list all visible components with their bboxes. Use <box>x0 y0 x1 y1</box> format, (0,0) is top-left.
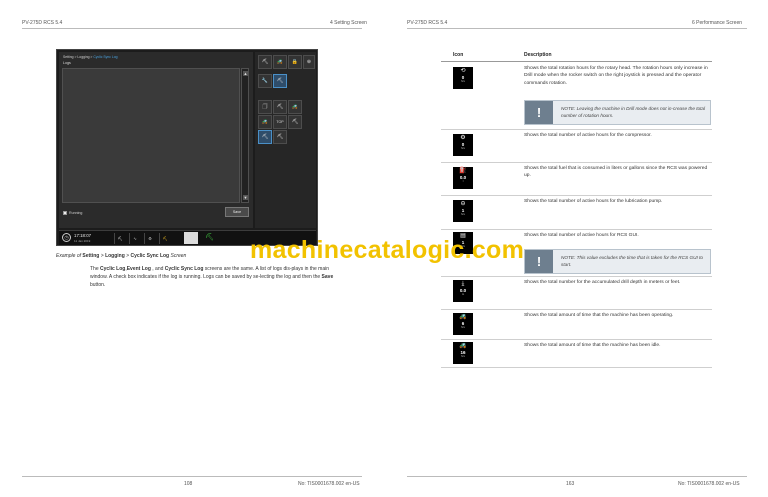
para-b1: Cyclic Log <box>100 266 126 272</box>
side-menu: ⛏ 🚜 🔒 ⊕ 🔧 ⛏ 🗍 ⛏ 🚜 🚜 TOP ⛏ ⛏ ⛏ <box>255 52 316 228</box>
side-tile-logging-active[interactable]: ⛏ <box>273 74 287 88</box>
caption-item-1: Setting <box>82 253 100 259</box>
body-paragraph: The Cyclic Log,Event Log , and Cyclic Sy… <box>90 266 336 289</box>
side-tile-13[interactable]: ⛏ <box>258 130 272 144</box>
scroll-down-arrow-icon[interactable]: ▼ <box>243 195 248 200</box>
row-description: Shows the total number of active hours f… <box>524 133 652 138</box>
note-warning-icon: ! <box>525 250 553 273</box>
table-row: ⤓ 0.0 m Shows the total number for the acc… <box>441 277 712 310</box>
logs-title: Logs <box>63 61 71 65</box>
row-description: Shows the total amount of time that the … <box>524 343 661 348</box>
status-cell-2[interactable]: ∿ <box>129 233 140 244</box>
row-description: Shows the total number for the accumulat… <box>524 280 681 285</box>
header-left-doc: PV-275D RCS 5.4 <box>22 20 63 26</box>
side-tile-1[interactable]: ⛏ <box>258 55 272 69</box>
grid-menu-icon[interactable] <box>184 232 198 244</box>
clock-icon: ◷ <box>62 233 71 242</box>
screen-breadcrumb: Setting > Logging > Cyclic Sync Log <box>63 55 117 59</box>
note-warning-icon: ! <box>525 101 553 124</box>
col-header-icon: Icon <box>453 52 464 58</box>
running-checkbox[interactable] <box>63 211 67 215</box>
para-t5: button. <box>90 281 106 288</box>
table-row: 🚜 6 hrs Shows the total amount of time tha… <box>441 310 712 340</box>
table-row: ⛽ 0.0 l Shows the total fuel that is consu… <box>441 163 712 196</box>
row-description: Shows the total amount of time that the … <box>524 313 674 318</box>
figure-caption: Example of Setting > Logging > Cyclic Sy… <box>56 253 186 259</box>
row-description: Shows the total number of active hours f… <box>524 233 639 238</box>
operating-time-icon: 🚜 6 hrs <box>453 313 473 335</box>
note-rcs-gui: ! NOTE: This value excludes the time tha… <box>524 249 711 274</box>
status-date: 11 Jan 2019 <box>74 239 91 243</box>
side-tile-4[interactable]: ⊕ <box>303 55 315 69</box>
note-text: NOTE: Leaving the machine in Drill mode … <box>561 106 706 118</box>
breadcrumb-prefix: Setting > Logging > <box>63 55 94 59</box>
drill-depth-icon: ⤓ 0.0 m <box>453 280 473 302</box>
side-tile-2[interactable]: 🚜 <box>273 55 287 69</box>
header-rule-left <box>22 28 362 29</box>
running-label: Running <box>69 211 83 215</box>
header-right-doc: PV-275D RCS 5.4 <box>407 20 448 26</box>
para-b3: Cyclic Sync Log <box>164 266 204 272</box>
caption-prefix: Example of <box>56 253 83 259</box>
side-tile-3[interactable]: 🔒 <box>288 55 302 69</box>
machine-status-icon: ⛏ <box>205 234 214 241</box>
header-right-section: 6 Performance Screen <box>692 20 743 26</box>
para-b4: Save <box>321 273 334 280</box>
idle-time-icon: 🚜 16 hrs <box>453 342 473 364</box>
table-row: ⊖ 1 hrs Shows the total number of active h… <box>441 196 712 230</box>
table-row: ⟲ 0 hrs Shows the total rotation hours for… <box>441 63 712 130</box>
row-description: Shows the total fuel that is consumed in… <box>524 166 708 179</box>
status-cell-3[interactable]: ⚙ <box>144 233 155 244</box>
footer-left-page: 108 <box>184 481 193 487</box>
side-tile-14[interactable]: ⛏ <box>273 130 287 144</box>
note-rotation-hours: ! NOTE: Leaving the machine in Drill mod… <box>524 100 711 125</box>
running-checkbox-row[interactable]: Running <box>63 211 82 215</box>
rotation-hours-icon: ⟲ 0 hrs <box>453 67 473 89</box>
caption-item-2: Logging <box>105 253 125 259</box>
lube-pump-hours-icon: ⊖ 1 hrs <box>453 200 473 222</box>
scroll-up-arrow-icon[interactable]: ▲ <box>243 71 248 76</box>
col-header-description: Description <box>524 52 552 58</box>
compressor-hours-icon: ⚙ 0 hrs <box>453 134 473 156</box>
status-time: 17:18:07 <box>74 233 92 238</box>
fuel-consumed-icon: ⛽ 0.0 l <box>453 167 473 189</box>
log-list[interactable] <box>62 68 240 203</box>
header-left-section: 4 Setting Screen <box>330 20 367 26</box>
side-tile-7[interactable]: 🗍 <box>258 100 272 114</box>
wrench-icon[interactable]: 🔧 <box>258 74 272 88</box>
footer-rule-left <box>22 476 362 477</box>
table-header-rule <box>441 61 712 62</box>
status-cell-4[interactable]: ⛏ <box>159 233 170 244</box>
row-description: Shows the total rotation hours for the r… <box>524 66 708 86</box>
note-text: NOTE: This value excludes the time that … <box>561 255 703 267</box>
status-cell-1[interactable]: ⛏ <box>114 233 125 244</box>
caption-suffix: Screen <box>169 253 187 259</box>
logs-main-area: Setting > Logging > Cyclic Sync Log Logs… <box>59 52 253 228</box>
caption-item-3: Cyclic Sync Log <box>130 253 170 259</box>
side-tile-top[interactable]: TOP <box>273 115 287 129</box>
footer-right-page: 163 <box>566 481 575 487</box>
row-description: Shows the total number of active hours f… <box>524 199 663 204</box>
header-rule-right <box>407 28 747 29</box>
para-t1: The <box>90 266 101 272</box>
para-b2: Event Log <box>126 266 151 272</box>
log-scrollbar[interactable]: ▲ ▼ <box>241 68 249 203</box>
table-row: 🚜 16 hrs Shows the total amount of time th… <box>441 340 712 368</box>
footer-rule-right <box>407 476 747 477</box>
side-tile-9[interactable]: 🚜 <box>288 100 302 114</box>
side-tile-12[interactable]: ⛏ <box>288 115 302 129</box>
table-row: ⚙ 0 hrs Shows the total number of active h… <box>441 130 712 163</box>
side-tile-8[interactable]: ⛏ <box>273 100 287 114</box>
side-tile-10[interactable]: 🚜 <box>258 115 272 129</box>
save-button[interactable]: Save <box>225 207 249 217</box>
breadcrumb-current: Cyclic Sync Log <box>93 55 118 59</box>
footer-right-doc-no: No: TIS0001678.002 en-US <box>678 481 740 487</box>
rcs-screen-figure: Setting > Logging > Cyclic Sync Log Logs… <box>56 49 318 246</box>
footer-left-doc-no: No: TIS0001678.002 en-US <box>298 481 360 487</box>
para-t3: , and <box>150 266 165 272</box>
watermark-text: machinecatalogic.com <box>250 236 525 264</box>
